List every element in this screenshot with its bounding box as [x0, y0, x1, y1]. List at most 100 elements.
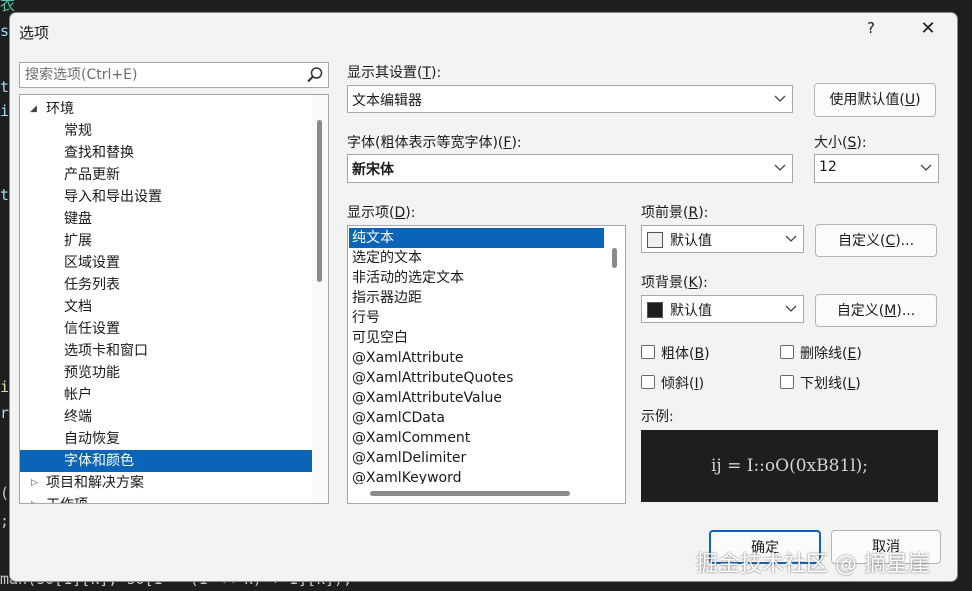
list-item[interactable]: 非活动的选定文本	[349, 268, 604, 288]
list-item[interactable]: 行号	[349, 308, 604, 328]
tree-item[interactable]: 选项卡和窗口	[20, 340, 312, 362]
list-vertical-scrollbar-thumb[interactable]	[612, 248, 617, 268]
show-settings-dropdown[interactable]: 文本编辑器	[347, 85, 793, 113]
tree-item-fonts-and-colors[interactable]: 字体和颜色	[20, 450, 312, 472]
show-settings-label: 显示其设置(T):	[347, 65, 442, 81]
tree-item[interactable]: 常规	[20, 120, 312, 142]
tree-item-label: 预览功能	[64, 365, 120, 381]
editor-fragment: r	[0, 404, 10, 422]
dialog-title: 选项	[19, 24, 50, 42]
tree-item[interactable]: 终端	[20, 406, 312, 428]
sample-label: 示例:	[641, 409, 674, 425]
chevron-down-icon	[774, 95, 786, 102]
foreground-custom-button[interactable]: 自定义(C)...	[815, 224, 937, 257]
tree-item-label: 常规	[64, 123, 92, 139]
tree-scrollbar-thumb[interactable]	[317, 120, 322, 282]
tree-item[interactable]: 预览功能	[20, 362, 312, 384]
list-item[interactable]: @XamlAttributeQuotes	[349, 368, 604, 388]
tree-item[interactable]: 扩展	[20, 230, 312, 252]
title-bar: 选项 ? ✕	[10, 13, 957, 51]
tree-item-label: 扩展	[64, 233, 92, 249]
list-item[interactable]: @XamlAttributeValue	[349, 388, 604, 408]
tree-item[interactable]: 产品更新	[20, 164, 312, 186]
sample-text: ij = I::oO(0xB81l);	[710, 456, 869, 476]
tree-item[interactable]: 区域设置	[20, 252, 312, 274]
tree-item-work-items[interactable]: ▷ 工作项	[20, 494, 312, 503]
collapsed-arrow-icon[interactable]: ▷	[31, 472, 38, 494]
bold-label[interactable]: 粗体(B)	[661, 343, 710, 363]
italic-checkbox[interactable]	[641, 375, 655, 389]
tree-item[interactable]: 任务列表	[20, 274, 312, 296]
background-dropdown[interactable]: 默认值	[641, 295, 804, 323]
list-item[interactable]: 可见空白	[349, 328, 604, 348]
tree-item[interactable]: 查找和替换	[20, 142, 312, 164]
size-value: 12	[819, 159, 837, 175]
collapsed-arrow-icon[interactable]: ▷	[31, 494, 38, 503]
options-dialog: 选项 ? ✕ ◢ 环境 常规 查找和替换 产品更新 导入和导出设置 键盘 扩展 …	[9, 12, 958, 582]
foreground-label: 项前景(R):	[641, 205, 709, 221]
expanded-arrow-icon[interactable]: ◢	[30, 98, 37, 120]
tree-item-label: 区域设置	[64, 255, 120, 271]
tree-item-label: 查找和替换	[64, 145, 134, 161]
list-item[interactable]: 选定的文本	[349, 248, 604, 268]
tree-item[interactable]: 帐户	[20, 384, 312, 406]
tree-item-label: 文档	[64, 299, 92, 315]
italic-label[interactable]: 倾斜(I)	[661, 373, 704, 393]
background-custom-button[interactable]: 自定义(M)...	[815, 294, 937, 327]
tree-item-label: 信任设置	[64, 321, 120, 337]
tree-item-label: 自动恢复	[64, 431, 120, 447]
options-tree: ◢ 环境 常规 查找和替换 产品更新 导入和导出设置 键盘 扩展 区域设置 任务…	[19, 94, 329, 504]
watermark: 掘金技术社区 @ 摘星崖	[696, 552, 930, 577]
tree-item[interactable]: 键盘	[20, 208, 312, 230]
list-item[interactable]: 指示器边距	[349, 288, 604, 308]
use-defaults-button[interactable]: 使用默认值(U)	[814, 83, 936, 117]
display-items-label: 显示项(D):	[347, 205, 416, 221]
size-dropdown[interactable]: 12	[814, 154, 939, 183]
font-value: 新宋体	[352, 162, 394, 178]
chevron-down-icon	[920, 164, 932, 171]
strikethrough-label[interactable]: 删除线(E)	[800, 343, 862, 363]
editor-fragment: i	[0, 102, 10, 120]
tree-item-label: 任务列表	[64, 277, 120, 293]
foreground-color-swatch	[647, 232, 663, 248]
list-horizontal-scrollbar-thumb[interactable]	[370, 491, 570, 496]
background-label: 项背景(K):	[641, 275, 708, 291]
tree-item[interactable]: 文档	[20, 296, 312, 318]
list-item[interactable]: @XamlDelimiter	[349, 448, 604, 468]
list-item[interactable]: 纯文本	[349, 228, 604, 248]
font-dropdown[interactable]: 新宋体	[347, 154, 793, 183]
help-button[interactable]: ?	[860, 19, 882, 43]
tree-item-projects-and-solutions[interactable]: ▷ 项目和解决方案	[20, 472, 312, 494]
underline-label[interactable]: 下划线(L)	[800, 373, 861, 393]
tree-item-label: 工作项	[46, 494, 88, 503]
tree-item-label: 终端	[64, 409, 92, 425]
underline-checkbox[interactable]	[780, 375, 794, 389]
list-item[interactable]: @XamlComment	[349, 428, 604, 448]
close-button[interactable]: ✕	[915, 18, 941, 44]
search-input[interactable]	[20, 63, 300, 87]
tree-item[interactable]: 自动恢复	[20, 428, 312, 450]
foreground-dropdown[interactable]: 默认值	[641, 225, 804, 253]
tree-item-label: 帐户	[64, 387, 92, 403]
show-settings-value: 文本编辑器	[352, 93, 422, 109]
editor-fragment: t	[0, 186, 10, 204]
bold-checkbox[interactable]	[641, 345, 655, 359]
tree-item-label: 环境	[46, 101, 74, 117]
background-value: 默认值	[670, 303, 712, 319]
list-item[interactable]: @XamlAttribute	[349, 348, 604, 368]
tree-item-environment[interactable]: ◢ 环境	[20, 98, 312, 120]
tree-item[interactable]: 导入和导出设置	[20, 186, 312, 208]
editor-fragment: (	[0, 484, 10, 502]
tree-scrollbar[interactable]	[312, 95, 328, 503]
list-item[interactable]: @XamlKeyword	[349, 468, 604, 484]
sample-preview: ij = I::oO(0xB81l);	[641, 430, 938, 502]
list-item[interactable]: @XamlCData	[349, 408, 604, 428]
editor-fragment: ;	[0, 512, 10, 530]
background-color-swatch	[647, 302, 663, 318]
tree-item-label: 项目和解决方案	[46, 475, 144, 491]
tree-item[interactable]: 信任设置	[20, 318, 312, 340]
search-icon[interactable]	[306, 66, 324, 84]
search-box	[19, 62, 329, 88]
strikethrough-checkbox[interactable]	[780, 345, 794, 359]
chevron-down-icon	[774, 164, 786, 171]
